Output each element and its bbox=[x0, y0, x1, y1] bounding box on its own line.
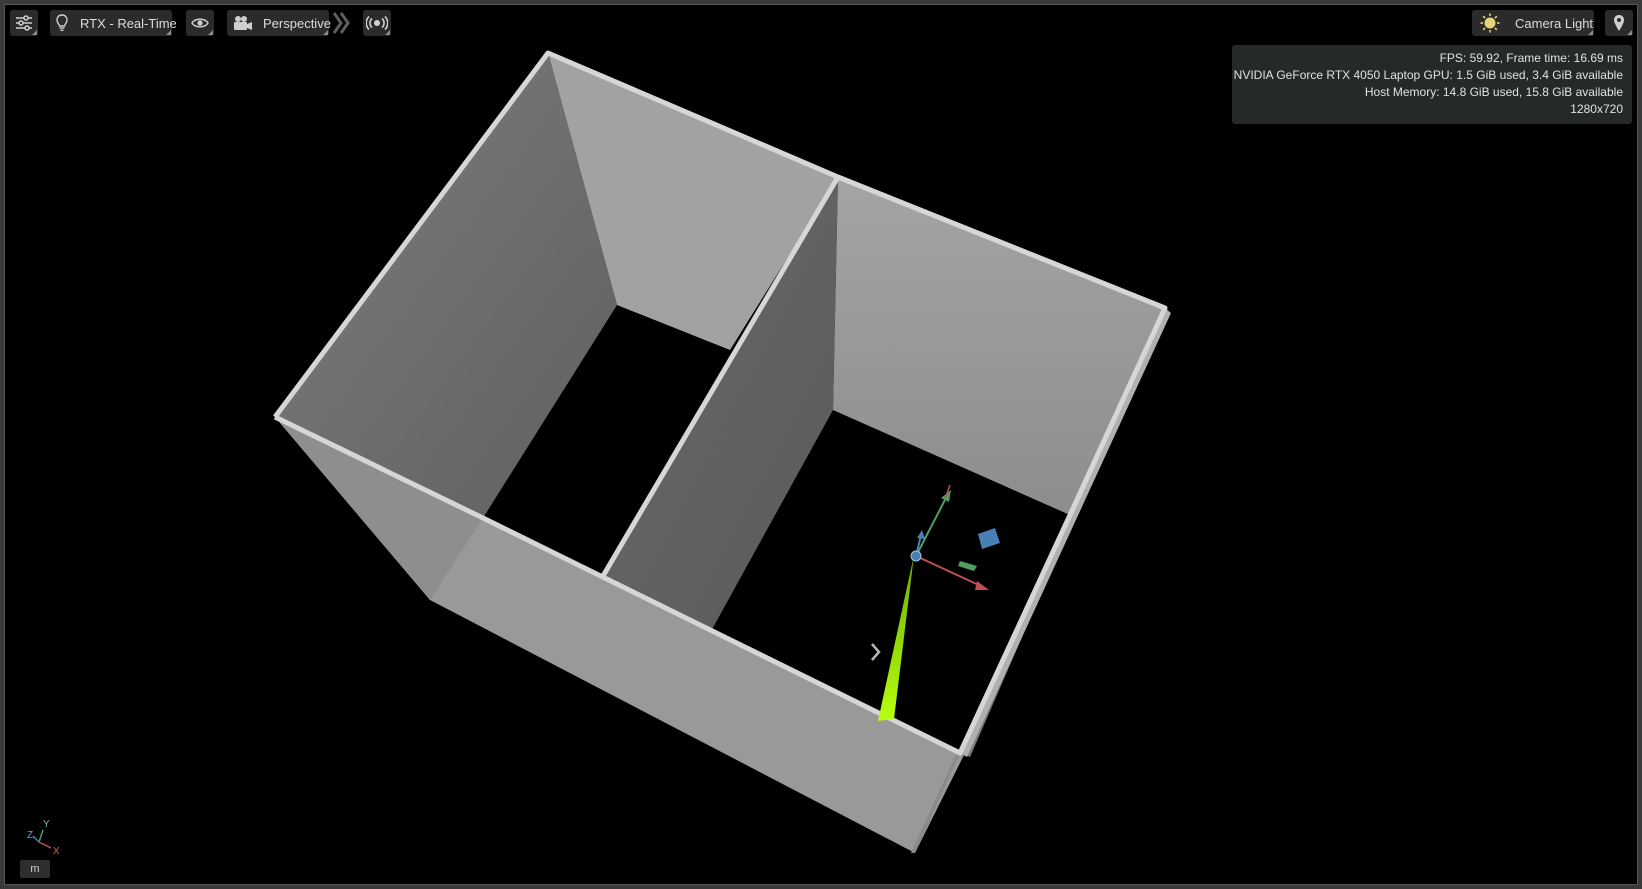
chevron-right-icon[interactable] bbox=[871, 643, 881, 661]
3d-viewport[interactable]: RTX - Real-Time Perspective Camera Light… bbox=[4, 4, 1638, 885]
movie-camera-icon bbox=[233, 15, 253, 31]
resolution-stat: 1280x720 bbox=[1570, 102, 1623, 116]
camera-light-label: Camera Light bbox=[1515, 15, 1594, 31]
host-memory-stat: Host Memory: 14.8 GiB used, 15.8 GiB ava… bbox=[1364, 85, 1623, 99]
render-mode-label: RTX - Real-Time bbox=[80, 15, 177, 31]
axis-line-y bbox=[38, 829, 44, 843]
gizmo-center[interactable] bbox=[910, 550, 922, 562]
gpu-memory-stat: NVIDIA GeForce RTX 4050 Laptop GPU: 1.5 … bbox=[1233, 68, 1623, 82]
lidar-beam bbox=[878, 555, 914, 721]
render-mode-button[interactable]: RTX - Real-Time bbox=[50, 10, 177, 36]
gizmo-plane-handle-green[interactable] bbox=[958, 561, 977, 571]
gizmo-plane-handle-blue[interactable] bbox=[978, 528, 1000, 549]
gizmo-arrow-z bbox=[917, 530, 925, 539]
broadcast-icon bbox=[366, 16, 388, 30]
streaming-button[interactable] bbox=[363, 10, 391, 36]
axis-label-y: Y bbox=[43, 819, 50, 830]
axis-orientation-gizmo: Y Z X bbox=[27, 819, 60, 856]
pin-button[interactable] bbox=[1605, 10, 1633, 36]
fps-stat: FPS: 59.92, Frame time: 16.69 ms bbox=[1439, 51, 1623, 65]
eye-icon bbox=[191, 17, 209, 29]
gizmo-axis-y bbox=[915, 495, 948, 557]
axis-label-x: X bbox=[53, 846, 60, 856]
light-bulb-icon bbox=[56, 14, 68, 32]
wall-back-right-room bbox=[833, 177, 1165, 515]
camera-light-button[interactable]: Camera Light bbox=[1472, 10, 1594, 36]
camera-button[interactable]: Perspective bbox=[227, 10, 331, 36]
chevron-double-icon bbox=[332, 12, 350, 38]
sun-icon bbox=[1480, 13, 1500, 33]
units-button[interactable]: m bbox=[20, 860, 50, 878]
scene-render[interactable] bbox=[5, 5, 1638, 885]
toolbar-expand-button[interactable] bbox=[332, 12, 350, 34]
gizmo-axis-x bbox=[915, 555, 984, 588]
axis-line-x bbox=[38, 841, 52, 849]
location-pin-icon bbox=[1613, 14, 1625, 32]
visibility-button[interactable] bbox=[186, 10, 214, 36]
camera-label: Perspective bbox=[263, 15, 331, 31]
settings-sliders-icon bbox=[15, 15, 33, 31]
robot-transform-gizmo[interactable] bbox=[910, 484, 1000, 590]
axis-label-z: Z bbox=[27, 830, 33, 841]
axis-line-z bbox=[32, 835, 40, 843]
viewport-settings-button[interactable] bbox=[10, 10, 38, 36]
gizmo-arrow-x bbox=[975, 581, 989, 590]
stats-overlay: FPS: 59.92, Frame time: 16.69 ms NVIDIA … bbox=[1232, 45, 1632, 124]
